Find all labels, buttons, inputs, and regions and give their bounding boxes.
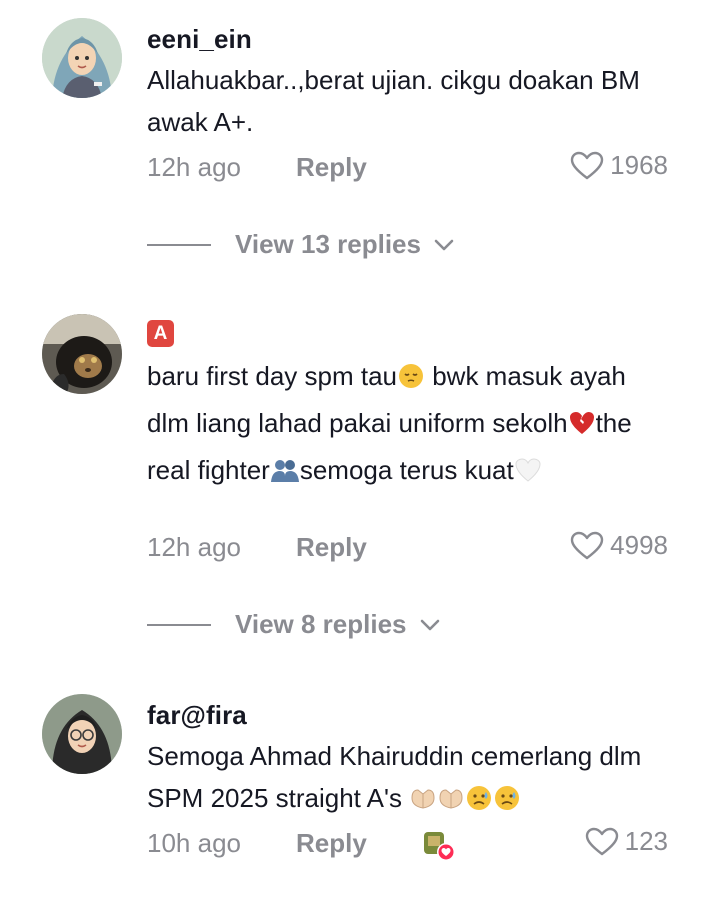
heart-outline-icon	[585, 827, 618, 855]
country-badge: A	[147, 320, 174, 347]
sad-relieved-face-icon	[493, 782, 521, 824]
avatar[interactable]	[42, 694, 122, 774]
heart-outline-icon	[570, 151, 604, 179]
broken-heart-icon	[568, 407, 596, 449]
reply-button[interactable]: Reply	[296, 152, 367, 183]
username[interactable]: far@fira	[147, 700, 247, 731]
like-button[interactable]: 4998	[570, 530, 668, 561]
divider-line	[147, 243, 211, 246]
chevron-down-icon	[420, 619, 439, 630]
avatar-hijab-illustration-icon	[42, 18, 122, 98]
avatar[interactable]	[42, 18, 122, 98]
chevron-down-icon	[434, 239, 454, 250]
avatar[interactable]	[42, 314, 122, 394]
like-count: 1968	[610, 150, 668, 180]
view-replies-label: View 8 replies	[235, 609, 407, 639]
palms-up-together-icon	[409, 782, 437, 824]
like-button[interactable]: 123	[585, 826, 668, 857]
creator-liked-badge-icon	[422, 828, 458, 862]
like-count: 123	[624, 826, 668, 856]
comment-timestamp: 12h ago	[147, 152, 241, 182]
reply-button[interactable]: Reply	[296, 828, 367, 859]
comment-timestamp: 12h ago	[147, 532, 241, 562]
view-replies-button[interactable]: View 13 replies	[147, 229, 455, 260]
reply-button[interactable]: Reply	[296, 532, 367, 563]
avatar-hijab-glasses-illustration-icon	[42, 694, 122, 774]
comment-timestamp: 10h ago	[147, 828, 241, 858]
heart-outline-icon	[570, 531, 604, 559]
view-replies-button[interactable]: View 8 replies	[147, 609, 441, 640]
avatar-cat-photo-icon	[42, 314, 122, 394]
sad-relieved-face-icon	[465, 782, 493, 824]
comment-text: Semoga Ahmad Khairuddin cemerlang dlm SP…	[147, 735, 667, 824]
comment-text: Allahuakbar..,berat ujian. cikgu doakan …	[147, 65, 640, 137]
comment-text-part: Semoga Ahmad Khairuddin cemerlang dlm SP…	[147, 741, 642, 813]
comment-text-part: baru first day spm tau	[147, 361, 397, 391]
like-button[interactable]: 1968	[570, 150, 668, 181]
people-hugging-icon	[270, 454, 300, 496]
pensive-face-icon	[397, 360, 425, 402]
comment-text: baru first day spm tau bwk masuk ayah dl…	[147, 355, 667, 496]
username[interactable]: eeni_ein	[147, 24, 252, 55]
view-replies-label: View 13 replies	[235, 229, 421, 259]
palms-up-together-icon	[437, 782, 465, 824]
divider-line	[147, 623, 211, 626]
comment-text-part: semoga terus kuat	[299, 455, 514, 485]
like-count: 4998	[610, 530, 668, 560]
white-heart-icon	[514, 454, 542, 496]
